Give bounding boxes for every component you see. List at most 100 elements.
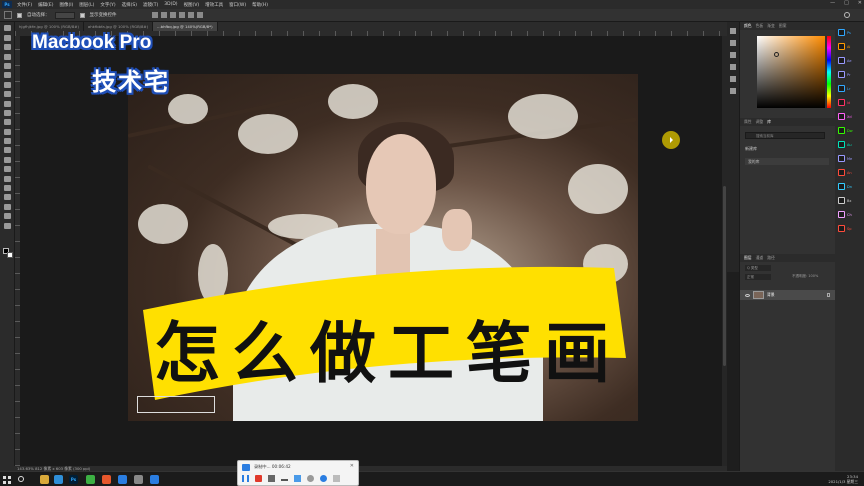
app-strip-item[interactable]: Ch: [838, 211, 864, 218]
library-item[interactable]: 我的库: [745, 158, 829, 165]
recorder-close-button[interactable]: ✕: [350, 463, 354, 469]
tab-adjustments[interactable]: 调整: [756, 119, 764, 125]
character-icon[interactable]: [730, 52, 736, 58]
menu-plugins[interactable]: 增效工具: [202, 2, 226, 8]
app-strip-item[interactable]: Ai: [838, 43, 864, 50]
menu-select[interactable]: 选择(S): [119, 2, 140, 8]
app-strip-item[interactable]: Dn: [838, 183, 864, 190]
align-left-icon[interactable]: [151, 12, 158, 18]
menu-file[interactable]: 文件(F): [14, 2, 35, 8]
align-middle-icon[interactable]: [187, 12, 194, 18]
tab-gradients[interactable]: 渐变: [767, 23, 775, 29]
menu-view[interactable]: 视图(V): [181, 2, 203, 8]
canvas-area[interactable]: [20, 36, 722, 466]
taskbar-app-photoshop[interactable]: Ps: [69, 475, 78, 484]
type-tool[interactable]: [3, 175, 11, 182]
frame-tool[interactable]: [3, 72, 11, 79]
brush-settings-icon[interactable]: [730, 40, 736, 46]
doc-tab-3[interactable]: ...bhfbq.jpg @ 140%(RGB/8*): [153, 22, 218, 31]
menu-image[interactable]: 图像(I): [56, 2, 76, 8]
doc-tab-2[interactable]: ahkfbbfa.jpg @ 100% (RGB/8#): [83, 22, 154, 31]
settings-icon[interactable]: [320, 475, 327, 482]
app-strip-item[interactable]: Sp: [838, 225, 864, 232]
app-strip-item[interactable]: An: [838, 169, 864, 176]
stop-icon[interactable]: [255, 475, 262, 482]
scrollbar-thumb[interactable]: [723, 186, 726, 366]
taskbar-app-video[interactable]: [118, 475, 127, 484]
background-color-swatch[interactable]: [7, 252, 13, 258]
crop-tool[interactable]: [3, 62, 11, 69]
align-bottom-icon[interactable]: [196, 12, 203, 18]
tab-swatches[interactable]: 色板: [756, 23, 764, 29]
library-search-input[interactable]: 搜索当前库: [745, 132, 825, 139]
brush-tool[interactable]: [3, 100, 11, 107]
app-strip-item[interactable]: Dw: [838, 127, 864, 134]
show-transform-checkbox[interactable]: [79, 12, 85, 18]
maximize-button[interactable]: □: [844, 0, 849, 6]
text-outline-box[interactable]: [137, 396, 215, 413]
eyedropper-tool[interactable]: [3, 81, 11, 88]
quick-select-tool[interactable]: [3, 53, 11, 60]
properties-icon[interactable]: [730, 88, 736, 94]
close-button[interactable]: ✕: [858, 0, 862, 6]
align-top-icon[interactable]: [178, 12, 185, 18]
pen-icon[interactable]: [294, 475, 301, 482]
draw-icon[interactable]: [268, 475, 275, 482]
taskbar-app-browser[interactable]: [102, 475, 111, 484]
minimize-line-icon[interactable]: [281, 479, 288, 481]
link-icon[interactable]: [307, 475, 314, 482]
move-tool-icon[interactable]: [4, 11, 12, 19]
color-swatches[interactable]: [3, 248, 13, 258]
search-icon[interactable]: [844, 12, 850, 18]
dodge-tool[interactable]: [3, 156, 11, 163]
taskbar-app-chat[interactable]: [86, 475, 95, 484]
eraser-tool[interactable]: [3, 128, 11, 135]
menu-window[interactable]: 窗口(W): [226, 2, 249, 8]
new-library-button[interactable]: 新建库: [745, 146, 757, 152]
menu-type[interactable]: 文字(Y): [97, 2, 118, 8]
menu-edit[interactable]: 编辑(E): [35, 2, 56, 8]
taskbar-app-edge[interactable]: [54, 475, 63, 484]
color-picker-field[interactable]: [757, 36, 825, 108]
path-select-tool[interactable]: [3, 185, 11, 192]
blur-tool[interactable]: [3, 147, 11, 154]
pen-tool[interactable]: [3, 166, 11, 173]
layer-row[interactable]: 背景: [740, 290, 836, 300]
tab-layers[interactable]: 图层: [744, 255, 752, 261]
tab-paths[interactable]: 路径: [767, 255, 775, 261]
pause-icon[interactable]: [242, 475, 249, 482]
paragraph-icon[interactable]: [730, 64, 736, 70]
tab-color[interactable]: 颜色: [744, 23, 752, 29]
app-strip-item[interactable]: Me: [838, 155, 864, 162]
layer-select-dropdown[interactable]: [54, 11, 75, 19]
gradient-tool[interactable]: [3, 138, 11, 145]
app-strip-item[interactable]: Bx: [838, 197, 864, 204]
taskbar-app-media[interactable]: [134, 475, 143, 484]
tab-channels[interactable]: 通道: [756, 255, 764, 261]
menu-layer[interactable]: 图层(L): [76, 2, 97, 8]
app-strip-item[interactable]: Ae: [838, 57, 864, 64]
lasso-tool[interactable]: [3, 44, 11, 51]
taskbar-app-explorer[interactable]: [40, 475, 49, 484]
stamp-tool[interactable]: [3, 109, 11, 116]
more-tools[interactable]: [3, 222, 11, 229]
tab-patterns[interactable]: 图案: [779, 23, 787, 29]
move-tool[interactable]: [3, 25, 11, 32]
marquee-tool[interactable]: [3, 34, 11, 41]
app-strip-item[interactable]: Pr: [838, 71, 864, 78]
color-picker-marker[interactable]: [774, 52, 779, 57]
zoom-tool[interactable]: [3, 213, 11, 220]
menu-3d[interactable]: 3D(D): [161, 2, 180, 7]
tab-libraries[interactable]: 库: [767, 119, 771, 125]
doc-tab-1[interactable]: hjgfhjkfe.jpg @ 100% (RGB/8#): [15, 22, 84, 31]
layer-filter-dropdown[interactable]: Q 类型: [745, 265, 771, 271]
glyphs-icon[interactable]: [730, 76, 736, 82]
minimize-button[interactable]: —: [830, 0, 835, 6]
history-brush-tool[interactable]: [3, 119, 11, 126]
healing-tool[interactable]: [3, 91, 11, 98]
app-strip-item[interactable]: Id: [838, 99, 864, 106]
opacity-field[interactable]: 不透明度: 100%: [792, 274, 818, 279]
eye-icon[interactable]: [745, 293, 750, 297]
app-strip-item[interactable]: Xd: [838, 113, 864, 120]
history-icon[interactable]: [730, 28, 736, 34]
